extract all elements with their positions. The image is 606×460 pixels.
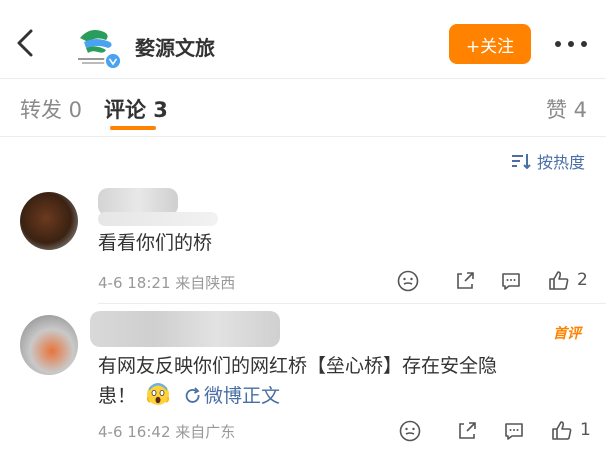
avatar[interactable]	[20, 192, 78, 250]
like-count: 2	[577, 270, 588, 290]
username-blurred[interactable]	[90, 311, 280, 347]
tabs-divider	[0, 136, 606, 137]
comment-text: 看看你们的桥	[98, 232, 213, 254]
emoji-reply-icon[interactable]	[396, 269, 420, 293]
like-icon[interactable]	[550, 419, 574, 443]
avatar[interactable]	[20, 315, 78, 375]
comment-icon[interactable]	[499, 269, 523, 293]
account-name[interactable]: 婺源文旅	[135, 32, 215, 61]
top-bar: 婺源文旅 +关注	[0, 0, 606, 78]
weibo-post-link[interactable]: 微博正文	[204, 385, 280, 407]
comment-item: 有网友反映你们的网红桥【垒心桥】存在安全隐 患！ 微博正文 4-6 16:42 …	[0, 303, 606, 460]
first-comment-badge: 首评	[553, 326, 581, 342]
sort-by-hot-button[interactable]: 按热度	[512, 149, 585, 173]
active-tab-indicator	[110, 126, 156, 130]
sort-label: 按热度	[537, 153, 586, 172]
tab-repost[interactable]: 转发 0	[20, 94, 82, 124]
comment-item: 看看你们的桥 4-6 18:21 来自陕西 2	[0, 178, 606, 302]
scream-emoji	[146, 383, 170, 405]
verified-v-icon	[104, 52, 122, 70]
share-icon[interactable]	[453, 269, 477, 293]
comment-text-line2: 患！ 微博正文	[98, 379, 280, 413]
link-icon	[185, 387, 200, 403]
sort-icon	[512, 154, 531, 169]
comment-icon[interactable]	[502, 419, 526, 443]
comment-meta: 4-6 18:21 来自陕西	[98, 274, 236, 292]
tab-likes[interactable]: 赞 4	[546, 94, 587, 124]
more-horizontal-icon[interactable]	[555, 40, 587, 48]
username-blurred-extra	[98, 212, 218, 226]
comment-meta: 4-6 16:42 来自广东	[98, 423, 236, 441]
share-icon[interactable]	[455, 419, 479, 443]
like-icon[interactable]	[547, 269, 571, 293]
comment-text-line1: 有网友反映你们的网红桥【垒心桥】存在安全隐	[98, 355, 498, 377]
like-count: 1	[580, 420, 591, 440]
follow-button[interactable]: +关注	[449, 24, 531, 64]
tab-comments[interactable]: 评论 3	[104, 94, 168, 124]
chevron-left-icon[interactable]	[14, 28, 36, 58]
emoji-reply-icon[interactable]	[398, 419, 422, 443]
header-divider	[0, 78, 606, 79]
comment-text-tail: 患！	[98, 385, 137, 407]
